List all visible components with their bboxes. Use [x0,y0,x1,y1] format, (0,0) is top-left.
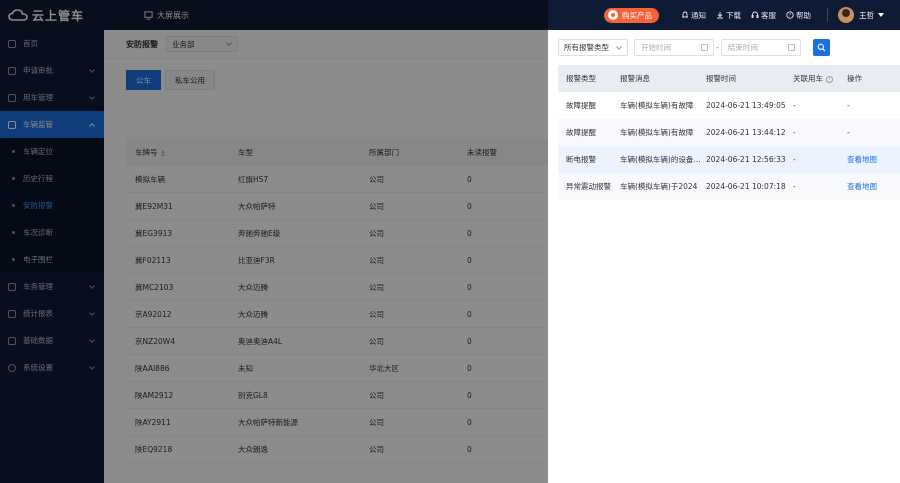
start-time-placeholder: 开始时间 [641,43,671,52]
column-header-type: 报警类型 [566,74,596,83]
table-cell: - [793,101,796,110]
view-map-link[interactable]: 查看地图 [847,154,900,165]
search-button[interactable] [812,39,830,56]
table-row[interactable]: 断电报警 车辆(模拟车辆)的设备断电 2024-06-21 12:56:33- 查看地… [558,146,900,173]
download-button[interactable]: 下载 [716,10,741,21]
table-row[interactable]: 异常震动报警 车辆(模拟车辆)于2024 2024-06-21 10:07:18- 查… [558,173,900,200]
customer-service-button[interactable]: 客服 [751,10,776,21]
alarm-table: 报警类型 报警消息 报警时间 关联用车 i 操作 故障提醒 车辆(模拟车辆)有故障 2… [558,65,900,200]
user-name[interactable]: 王哲 [859,10,874,21]
calendar-icon [701,44,708,51]
table-cell: 2024-06-21 10:07:18 [706,182,786,191]
column-header-label: 关联用车 [793,74,823,83]
table-cell: - [847,101,850,110]
table-cell: 2024-06-21 13:49:05 [706,101,786,110]
view-map-link[interactable]: 查看地图 [847,181,900,192]
table-cell: 故障提醒 [566,128,596,137]
notify-button[interactable]: 通知 [681,10,706,21]
table-cell: 车辆(模拟车辆)于2024 [620,182,698,191]
start-time-input[interactable]: 开始时间 [634,39,714,56]
table-cell: 车辆(模拟车辆)有故障 [620,101,694,110]
table-cell: 2024-06-21 13:44:12 [706,128,786,137]
info-icon[interactable]: i [826,75,833,83]
download-label: 下载 [726,10,741,20]
table-cell: 异常震动报警 [566,182,611,191]
table-row[interactable]: 故障提醒 车辆(模拟车辆)有故障 2024-06-21 13:44:12- - [558,119,900,146]
column-header-action: 操作 [847,74,862,83]
end-time-placeholder: 结束时间 [727,43,758,52]
table-cell: 车辆(模拟车辆)有故障 [620,128,694,137]
bell-icon [682,11,688,18]
column-header-related: 关联用车 i [793,73,847,84]
download-icon [717,12,723,19]
buy-icon [608,10,618,20]
buy-product-button[interactable]: 购买产品 [604,7,659,23]
table-header: 报警类型 报警消息 报警时间 关联用车 i 操作 [558,65,900,92]
header-divider [827,8,828,22]
table-row[interactable]: 故障提醒 车辆(模拟车辆)有故障 2024-06-21 13:49:05- - [558,92,900,119]
service-label: 客服 [761,10,776,20]
alarm-type-select[interactable]: 所有报警类型 [558,39,628,56]
table-cell: 2024-06-21 12:56:33 [706,155,786,164]
end-time-input[interactable]: 结束时间 [720,39,801,56]
alarm-drawer: 所有报警类型 开始时间 - 结束时间 报警类型 报警消息 报警时间 关联用车 i … [548,30,900,483]
search-icon [817,43,826,52]
notify-label: 通知 [691,10,706,20]
help-button[interactable]: ? 帮助 [786,10,811,21]
column-header-message: 报警消息 [620,74,650,83]
chevron-down-icon[interactable] [878,13,884,17]
table-cell: - [793,155,796,164]
table-cell: - [847,128,850,137]
avatar[interactable] [838,7,854,23]
headset-icon [751,11,759,18]
calendar-icon [787,44,795,51]
alarm-filters: 所有报警类型 开始时间 - 结束时间 [548,30,900,65]
help-label: 帮助 [796,10,811,20]
table-cell: 故障提醒 [566,101,596,110]
buy-label: 购买产品 [622,10,652,20]
range-separator: - [716,43,719,52]
table-cell: 车辆(模拟车辆)的设备断电 [620,155,706,164]
table-cell: 断电报警 [566,155,596,164]
table-cell: - [793,128,796,137]
modal-mask[interactable] [0,0,548,483]
column-header-time: 报警时间 [706,74,736,83]
table-cell: - [793,182,796,191]
help-icon: ? [786,11,794,19]
